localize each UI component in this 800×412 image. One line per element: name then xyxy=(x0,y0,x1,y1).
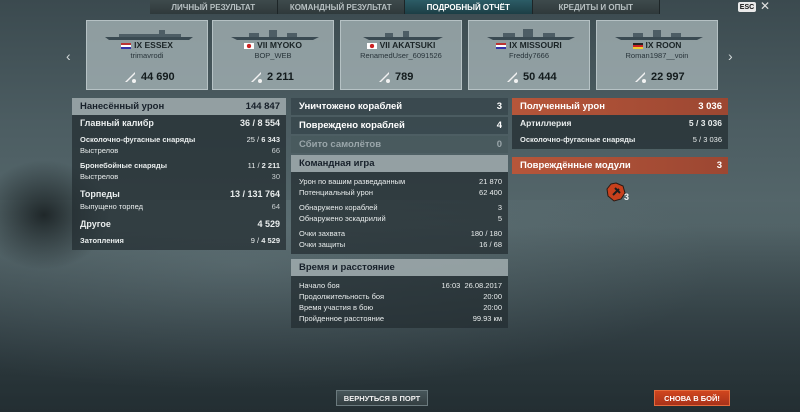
cruiser-silhouette-icon xyxy=(231,30,319,40)
damage-received-panel: Полученный урон 3 036 Артиллерия 5 / 3 0… xyxy=(512,98,728,174)
defense-points-row: Очки защиты 16 / 68 xyxy=(299,240,502,249)
he-shells-row: Осколочно-фугасные снаряды 25 / 6 343 xyxy=(80,135,280,144)
potential-damage-row: Потенциальный урон 62 400 xyxy=(299,188,502,197)
damage-icon xyxy=(251,72,262,83)
close-icon[interactable]: ✕ xyxy=(760,0,770,13)
ap-shots-row: Выстрелов 30 xyxy=(80,172,280,181)
player-name: trimavrodi xyxy=(130,51,164,60)
damage-received-header: Полученный урон 3 036 xyxy=(512,98,728,115)
damaged-modules-header: Повреждённые модули 3 xyxy=(512,157,728,174)
ships-destroyed-row: Уничтожено кораблей 3 xyxy=(291,98,508,115)
team-play-section: Урон по вашим разведданным 21 870 Потенци… xyxy=(291,172,508,254)
team-play-header: Командная игра xyxy=(291,155,508,172)
damage-received-breakdown: Артиллерия 5 / 3 036 Осколочно-фугасные … xyxy=(512,115,728,149)
damage-dealt-breakdown: Главный калибр 36 / 8 554 Осколочно-фуга… xyxy=(72,115,286,250)
ships-spotted-row: Обнаружено кораблей 3 xyxy=(299,203,502,212)
damage-dealt-value: 144 847 xyxy=(245,101,280,112)
ship-card-myoko[interactable]: VII MYOKO BOP_WEB 2 211 xyxy=(212,20,334,90)
ship-damage: 44 690 xyxy=(141,71,175,83)
damage-dealt-label: Нанесённый урон xyxy=(80,101,165,112)
other-damage-row: Другое 4 529 xyxy=(80,218,280,229)
main-battery-row: Главный калибр 36 / 8 554 xyxy=(80,117,280,128)
damage-dealt-header: Нанесённый урон 144 847 xyxy=(72,98,286,115)
player-name: BOP_WEB xyxy=(254,51,292,60)
germany-flag-icon xyxy=(632,42,643,49)
ships-and-team-panel: Уничтожено кораблей 3 Повреждено корабле… xyxy=(291,98,508,328)
received-he-row: Осколочно-фугасные снаряды 5 / 3 036 xyxy=(520,135,722,144)
battle-duration-row: Продолжительность боя 20:00 xyxy=(299,292,502,301)
participation-time-row: Время участия в бою 20:00 xyxy=(299,303,502,312)
ship-card-essex[interactable]: IX ESSEX trimavrodi 44 690 xyxy=(86,20,208,90)
carousel-next-icon[interactable]: › xyxy=(728,48,733,64)
usa-flag-icon xyxy=(496,42,507,49)
distance-row: Пройденное расстояние 99.93 км xyxy=(299,314,502,323)
japan-flag-icon xyxy=(244,42,255,49)
usa-flag-icon xyxy=(121,42,132,49)
battle-again-button[interactable]: СНОВА В БОЙ! xyxy=(654,390,730,406)
damaged-module-count: 3 xyxy=(624,192,630,202)
damage-dealt-panel: Нанесённый урон 144 847 Главный калибр 3… xyxy=(72,98,286,250)
ship-card-akatsuki[interactable]: VII AKATSUKI RenamedUser_6091526 789 xyxy=(340,20,462,90)
ship-card-missouri[interactable]: IX MISSOURI Freddy7666 50 444 xyxy=(468,20,590,90)
tab-detailed-report[interactable]: ПОДРОБНЫЙ ОТЧЁТ xyxy=(405,0,533,14)
japan-flag-icon xyxy=(366,42,377,49)
ap-shells-row: Бронебойные снаряды 11 / 2 211 xyxy=(80,161,280,170)
capture-points-row: Очки захвата 180 / 180 xyxy=(299,229,502,238)
ship-name: IX ROON xyxy=(645,40,682,50)
tab-bar: ЛИЧНЫЙ РЕЗУЛЬТАТ КОМАНДНЫЙ РЕЗУЛЬТАТ ПОД… xyxy=(150,0,660,14)
damage-icon xyxy=(379,72,390,83)
ship-name: IX MISSOURI xyxy=(509,40,562,50)
player-name: Roman1987__voin xyxy=(625,51,689,60)
ship-damage: 50 444 xyxy=(523,71,557,83)
time-distance-header: Время и расстояние xyxy=(291,259,508,276)
torpedoes-fired-row: Выпущено торпед 64 xyxy=(80,202,280,211)
torpedoes-row: Торпеды 13 / 131 764 xyxy=(80,188,280,199)
spotting-damage-row: Урон по вашим разведданным 21 870 xyxy=(299,177,502,186)
artillery-row: Артиллерия 5 / 3 036 xyxy=(520,117,722,128)
damage-icon xyxy=(125,72,136,83)
ship-name: VII AKATSUKI xyxy=(379,40,436,50)
ship-damage: 789 xyxy=(395,71,414,83)
planes-shot-down-row: Сбито самолётов 0 xyxy=(291,136,508,153)
tab-personal-result[interactable]: ЛИЧНЫЙ РЕЗУЛЬТАТ xyxy=(150,0,278,14)
tab-team-result[interactable]: КОМАНДНЫЙ РЕЗУЛЬТАТ xyxy=(277,0,405,14)
carousel-prev-icon[interactable]: ‹ xyxy=(66,48,71,64)
battle-start-row: Начало боя 16:03 26.08.2017 xyxy=(299,281,502,290)
squadrons-spotted-row: Обнаружено эскадрилий 5 xyxy=(299,214,502,223)
damage-icon xyxy=(635,72,646,83)
ships-damaged-row: Повреждено кораблей 4 xyxy=(291,117,508,134)
ship-damage: 22 997 xyxy=(651,71,685,83)
damage-icon xyxy=(507,72,518,83)
player-name: Freddy7666 xyxy=(508,51,550,60)
return-to-port-button[interactable]: ВЕРНУТЬСЯ В ПОРТ xyxy=(336,390,428,406)
damaged-module-icon xyxy=(606,182,626,202)
player-name: RenamedUser_6091526 xyxy=(360,51,442,60)
he-shots-row: Выстрелов 66 xyxy=(80,146,280,155)
destroyer-silhouette-icon xyxy=(363,31,443,40)
battleship-silhouette-icon xyxy=(487,29,575,40)
ship-card-roon[interactable]: IX ROON Roman1987__voin 22 997 xyxy=(596,20,718,90)
ship-name: VII MYOKO xyxy=(257,40,302,50)
cruiser-silhouette-icon xyxy=(615,30,703,40)
esc-key-badge[interactable]: ESC xyxy=(738,2,756,12)
carrier-silhouette-icon xyxy=(105,30,193,40)
tab-credits-xp[interactable]: КРЕДИТЫ И ОПЫТ xyxy=(532,0,660,14)
ship-damage: 2 211 xyxy=(267,71,294,83)
ship-name: IX ESSEX xyxy=(134,40,173,50)
time-distance-section: Начало боя 16:03 26.08.2017 Продолжительн… xyxy=(291,276,508,328)
flooding-row: Затопления 9 / 4 529 xyxy=(80,236,280,245)
